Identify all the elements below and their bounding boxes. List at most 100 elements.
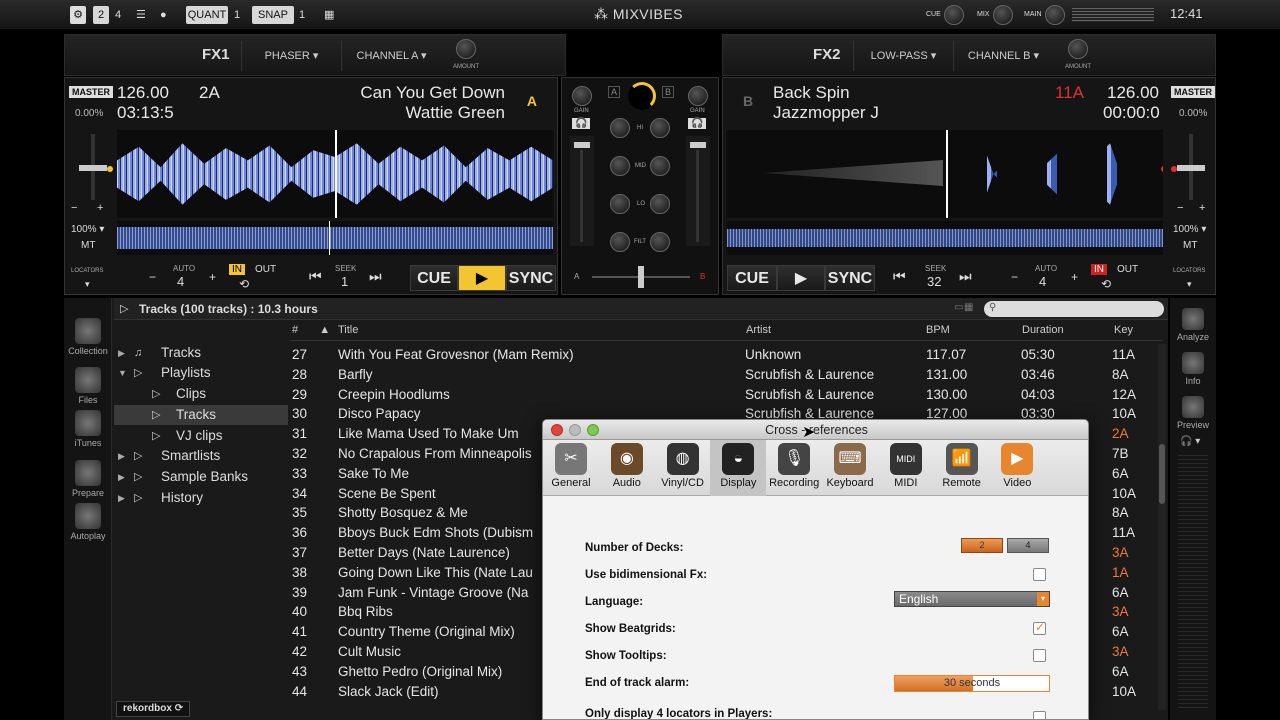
deck-b-pitch-minus[interactable]: −	[1177, 202, 1183, 214]
sidebar-item-files[interactable]: Files	[66, 367, 110, 405]
deck-a-pitch-minus[interactable]: −	[71, 202, 77, 214]
channel-b-hi-knob[interactable]	[650, 118, 670, 138]
channel-b-lo-knob[interactable]	[650, 194, 670, 214]
channel-b-mid-knob[interactable]	[650, 156, 670, 176]
play-preview-icon[interactable]: ▷	[120, 302, 128, 315]
snap-button[interactable]: SNAP	[252, 6, 294, 24]
expand-right-icon[interactable]: ▶	[118, 343, 125, 363]
show-tooltips-checkbox[interactable]	[1033, 649, 1046, 662]
fx2-channel-select[interactable]: CHANNEL B ▾	[953, 41, 1053, 71]
deck-a-play-button[interactable]: ▶	[458, 265, 506, 291]
sidebar-tree-item[interactable]: ▶ ▷ Sample Banks	[114, 467, 288, 487]
deck-a-loop-in-button[interactable]: IN	[229, 264, 245, 275]
track-list-scroll-thumb[interactable]	[1159, 444, 1165, 504]
sidebar-tree-item[interactable]: ▼ ▷ Playlists	[114, 363, 288, 383]
expand-right-icon[interactable]: ▶	[118, 467, 125, 487]
deck-b-locators-dropdown[interactable]: ▾	[1187, 279, 1192, 290]
deck-a-pitch-plus[interactable]: +	[97, 202, 103, 214]
crossfader-assign-a[interactable]: A	[608, 86, 621, 98]
deck-b-pitch-fader-handle[interactable]	[1177, 165, 1205, 171]
decks-option-4[interactable]: 4	[1007, 538, 1049, 553]
preview-volume-fader[interactable]	[1178, 455, 1208, 710]
fx1-amount-knob[interactable]	[456, 39, 476, 59]
sidebar-item-itunes[interactable]: iTunes	[66, 410, 110, 448]
deck-a-loop-out-button[interactable]: OUT	[255, 264, 276, 275]
tab-vinyl-cd[interactable]: ◍ Vinyl/CD	[655, 440, 711, 496]
column-header-artist[interactable]: Artist	[746, 324, 771, 336]
deck-a-auto-minus[interactable]: −	[149, 270, 156, 284]
deck-a-overview-waveform[interactable]	[117, 221, 553, 255]
sidebar-item-info[interactable]: Info	[1171, 352, 1215, 386]
channel-a-gain-knob[interactable]	[572, 86, 592, 106]
track-list-scrollbar[interactable]	[1158, 344, 1166, 710]
tab-recording[interactable]: 🎙 Recording	[766, 440, 822, 496]
tab-video[interactable]: ▶ Video	[989, 440, 1045, 496]
deck-b-auto-minus[interactable]: −	[1011, 270, 1018, 284]
deck-b-pitch-plus[interactable]: +	[1199, 202, 1205, 214]
sidebar-item-prepare[interactable]: Prepare	[66, 460, 110, 498]
deck-a-seek-back-button[interactable]: ⏮	[309, 268, 322, 285]
sidebar-tree-item[interactable]: ▷ VJ clips	[114, 426, 288, 446]
deck-a-sync-button[interactable]: SYNC	[506, 265, 556, 291]
deck-count-2-button[interactable]: 2	[93, 6, 109, 24]
rekordbox-button[interactable]: rekordbox ⟳	[116, 701, 191, 717]
deck-b-overview-waveform[interactable]	[727, 221, 1163, 255]
fx2-effect-select[interactable]: LOW-PASS ▾	[853, 41, 953, 71]
bidimensional-fx-checkbox[interactable]	[1033, 568, 1046, 581]
record-icon[interactable]: ●	[160, 6, 167, 24]
crossfader-assign-b[interactable]: B	[662, 86, 675, 98]
column-header-bpm[interactable]: BPM	[926, 324, 950, 336]
channel-a-headphone-icon[interactable]: 🎧	[572, 118, 591, 129]
preview-headphone-icon[interactable]: 🎧 ▾	[1180, 436, 1200, 447]
deck-a-auto-plus[interactable]: +	[209, 270, 216, 284]
crossfader-handle[interactable]	[638, 266, 644, 288]
deck-a-locators-dropdown[interactable]: ▾	[85, 279, 90, 290]
channel-a-fader-handle[interactable]	[574, 142, 590, 148]
tab-keyboard[interactable]: ⌨ Keyboard	[822, 440, 878, 496]
deck-a-tempo-range[interactable]: 100% ▾	[71, 224, 104, 235]
table-row[interactable]: 28 Barfly Scrubfish & Laurence 131.00 03:46 8…	[290, 365, 1168, 385]
only-4-locators-checkbox[interactable]	[1033, 711, 1046, 719]
cue-volume-knob[interactable]	[944, 5, 964, 25]
deck-b-mt-button[interactable]: MT	[1183, 240, 1197, 251]
zoom-window-button[interactable]	[587, 424, 599, 436]
fx1-channel-select[interactable]: CHANNEL A ▾	[341, 41, 441, 71]
tab-midi[interactable]: MIDI MIDI	[878, 440, 934, 496]
close-window-button[interactable]	[551, 424, 563, 436]
sidebar-item-autoplay[interactable]: Autoplay	[66, 503, 110, 541]
channel-b-fader[interactable]	[686, 136, 710, 246]
dialog-title-bar[interactable]: Cross - references	[543, 420, 1088, 440]
channel-a-fader[interactable]	[570, 136, 594, 246]
deck-a-seek-forward-button[interactable]: ⏭	[369, 268, 382, 285]
expand-down-icon[interactable]: ▼	[118, 363, 127, 383]
deck-a-waveform[interactable]	[117, 130, 553, 218]
deck-a-auto-value[interactable]: 4	[177, 274, 184, 289]
deck-a-loop-icon[interactable]: ⟲	[239, 277, 249, 291]
settings-icon[interactable]: ⚙	[70, 6, 86, 24]
snap-value[interactable]: 1	[299, 6, 305, 24]
deck-count-4-button[interactable]: 4	[115, 6, 121, 24]
deck-b-loop-out-button[interactable]: OUT	[1117, 264, 1138, 275]
deck-b-tempo-range[interactable]: 100% ▾	[1173, 224, 1206, 235]
column-header-key[interactable]: Key	[1114, 324, 1133, 336]
main-volume-knob[interactable]	[1045, 5, 1065, 25]
channel-a-hi-knob[interactable]	[610, 118, 630, 138]
search-input[interactable]: ⚲	[984, 301, 1164, 317]
menu-icon[interactable]: ☰	[136, 6, 146, 24]
channel-b-headphone-icon[interactable]: 🎧	[688, 118, 707, 129]
deck-b-waveform[interactable]	[727, 130, 1163, 218]
deck-a-pitch-fader-handle[interactable]	[79, 165, 107, 171]
deck-b-master-badge[interactable]: MASTER	[1171, 86, 1215, 98]
deck-b-seek-forward-button[interactable]: ⏭	[959, 268, 972, 285]
sidebar-item-analyze[interactable]: Analyze	[1171, 308, 1215, 342]
deck-b-sync-button[interactable]: SYNC	[825, 265, 875, 291]
deck-b-auto-value[interactable]: 4	[1039, 274, 1046, 289]
quantize-value[interactable]: 1	[234, 6, 240, 24]
deck-b-seek-value[interactable]: 32	[927, 274, 941, 289]
video-icon[interactable]: ▦	[324, 6, 334, 24]
tab-display[interactable]: ◒ Display	[710, 440, 767, 496]
sidebar-tree-item[interactable]: ▶ ▷ Smartlists	[114, 446, 288, 466]
channel-a-lo-knob[interactable]	[610, 194, 630, 214]
deck-a-mt-button[interactable]: MT	[81, 240, 95, 251]
channel-b-fader-handle[interactable]	[690, 142, 706, 148]
